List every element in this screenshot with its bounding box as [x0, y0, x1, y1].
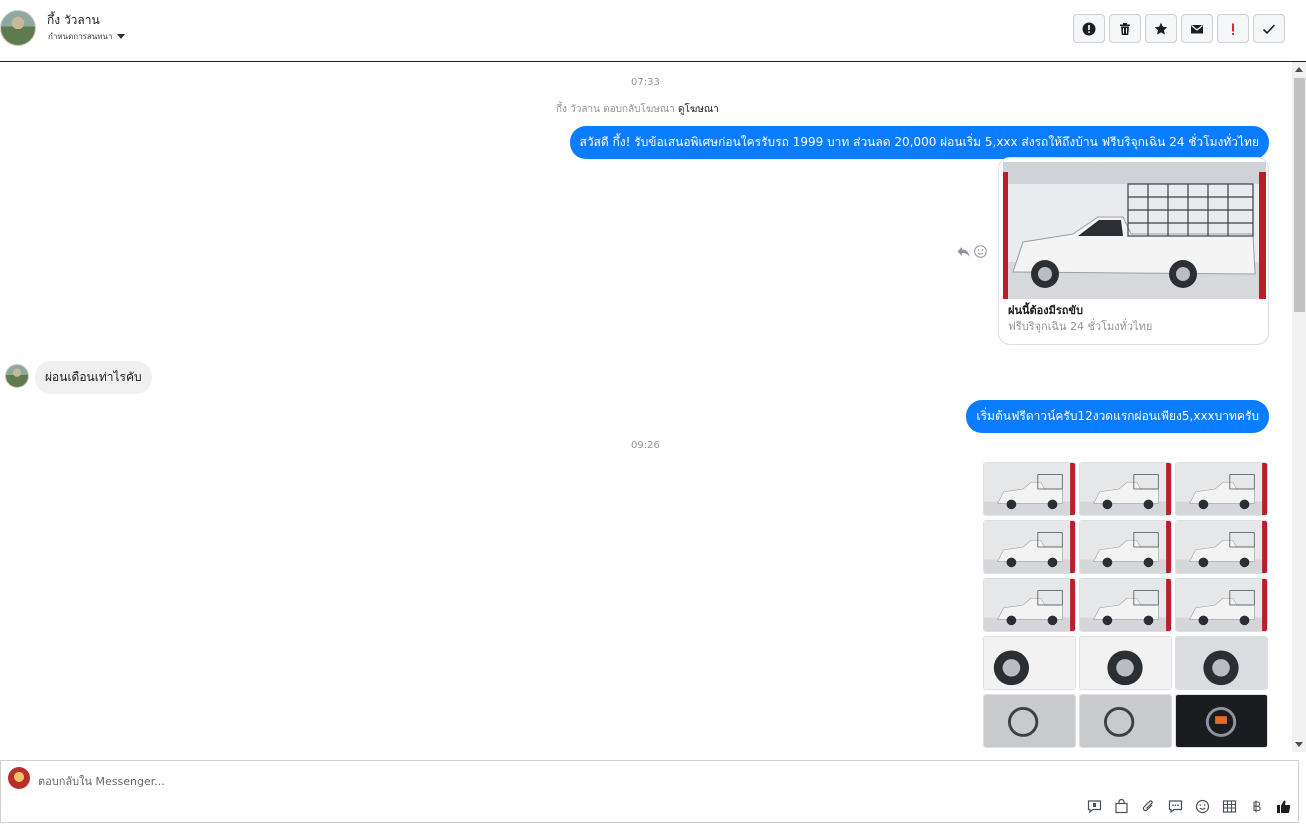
exclamation-icon: [1232, 23, 1234, 35]
outgoing-message[interactable]: สวัสดี กึ้ง! รับข้อเสนอพิเศษก่อนใครรับรถ…: [569, 126, 1269, 159]
ad-card-description: ฟรีบริจุกเฉิน 24 ชั่วโมงทั่วไทย: [1008, 320, 1153, 333]
album-photo[interactable]: [1175, 636, 1268, 690]
album-photo[interactable]: [983, 462, 1076, 516]
mark-done-button[interactable]: [1253, 14, 1285, 43]
reply-composer: ตอบกลับใน Messenger...: [0, 760, 1299, 823]
album-photo[interactable]: [1079, 636, 1172, 690]
assign-conversation-label: กำหนดการสนทนา: [48, 32, 113, 41]
album-photo[interactable]: [1175, 462, 1268, 516]
timestamp: 07:33: [631, 77, 660, 88]
album-photo[interactable]: [983, 520, 1076, 574]
outgoing-message[interactable]: เริ่มต้นฟรีดาวน์ครับ12งวดแรกผ่อนเพียง5,x…: [966, 400, 1269, 433]
album-photo[interactable]: [1079, 462, 1172, 516]
album-photo[interactable]: [1175, 578, 1268, 632]
emoji-icon[interactable]: [1193, 797, 1211, 815]
scroll-up-arrow-icon[interactable]: [1295, 67, 1303, 72]
caret-down-icon: [116, 34, 125, 39]
conversation-header: กึ้ง วัวลาน กำหนดการสนทนา: [0, 0, 1306, 62]
album-photo[interactable]: [983, 636, 1076, 690]
table-icon[interactable]: [1220, 797, 1238, 815]
baht-icon[interactable]: [1247, 797, 1265, 815]
paperclip-icon[interactable]: [1139, 797, 1157, 815]
ad-card-image: [1003, 162, 1266, 299]
album-photo[interactable]: [983, 694, 1076, 748]
shopping-bag-icon[interactable]: [1112, 797, 1130, 815]
envelope-icon: [1191, 24, 1203, 33]
saved-replies-icon[interactable]: [1166, 797, 1184, 815]
incoming-message[interactable]: ผ่อนเดือนเท่าไรคับ: [35, 361, 152, 394]
contact-name[interactable]: กึ้ง วัวลาน: [47, 11, 100, 30]
photo-album: [983, 462, 1268, 748]
message-thread[interactable]: 07:33 กึ้ง วัวลาน ตอบกลับโฆษณา ดูโฆษณา ส…: [0, 62, 1292, 752]
album-photo[interactable]: [1079, 520, 1172, 574]
star-button[interactable]: [1145, 14, 1177, 43]
reply-input[interactable]: ตอบกลับใน Messenger...: [38, 772, 165, 790]
page-avatar: [8, 767, 30, 789]
reply-icon[interactable]: [957, 245, 970, 258]
album-photo[interactable]: [1175, 694, 1268, 748]
timestamp: 09:26: [631, 440, 660, 451]
ad-reply-notice: กึ้ง วัวลาน ตอบกลับโฆษณา ดูโฆษณา: [556, 102, 719, 117]
smiley-icon[interactable]: [974, 245, 987, 258]
scrollbar-thumb[interactable]: [1294, 78, 1305, 312]
scroll-down-arrow-icon[interactable]: [1295, 742, 1303, 747]
composer-toolbar: [1085, 797, 1292, 815]
mark-unread-button[interactable]: [1181, 14, 1213, 43]
album-photo[interactable]: [1079, 694, 1172, 748]
check-icon: [1262, 23, 1276, 34]
thread-scrollbar[interactable]: [1292, 62, 1306, 752]
thumbs-up-icon[interactable]: [1274, 797, 1292, 815]
follow-up-button[interactable]: [1217, 14, 1249, 43]
ad-reply-text: กึ้ง วัวลาน ตอบกลับโฆษณา: [556, 104, 675, 115]
chat-bubble-icon[interactable]: [1085, 797, 1103, 815]
view-ad-link[interactable]: ดูโฆษณา: [678, 104, 719, 115]
delete-button[interactable]: [1109, 14, 1141, 43]
contact-avatar[interactable]: [0, 10, 36, 46]
assign-conversation-dropdown[interactable]: กำหนดการสนทนา: [48, 30, 125, 43]
ad-card[interactable]: ฝนนี้ต้องมีรถขับ ฟรีบริจุกเฉิน 24 ชั่วโม…: [998, 157, 1269, 345]
album-photo[interactable]: [983, 578, 1076, 632]
contact-avatar-small[interactable]: [5, 364, 29, 388]
message-hover-actions: [957, 245, 987, 258]
mark-spam-button[interactable]: [1073, 14, 1105, 43]
album-photo[interactable]: [1175, 520, 1268, 574]
trash-icon: [1120, 22, 1130, 35]
header-actions: [1073, 14, 1285, 43]
album-photo[interactable]: [1079, 578, 1172, 632]
alert-circle-icon: [1082, 22, 1096, 35]
star-icon: [1154, 22, 1168, 35]
